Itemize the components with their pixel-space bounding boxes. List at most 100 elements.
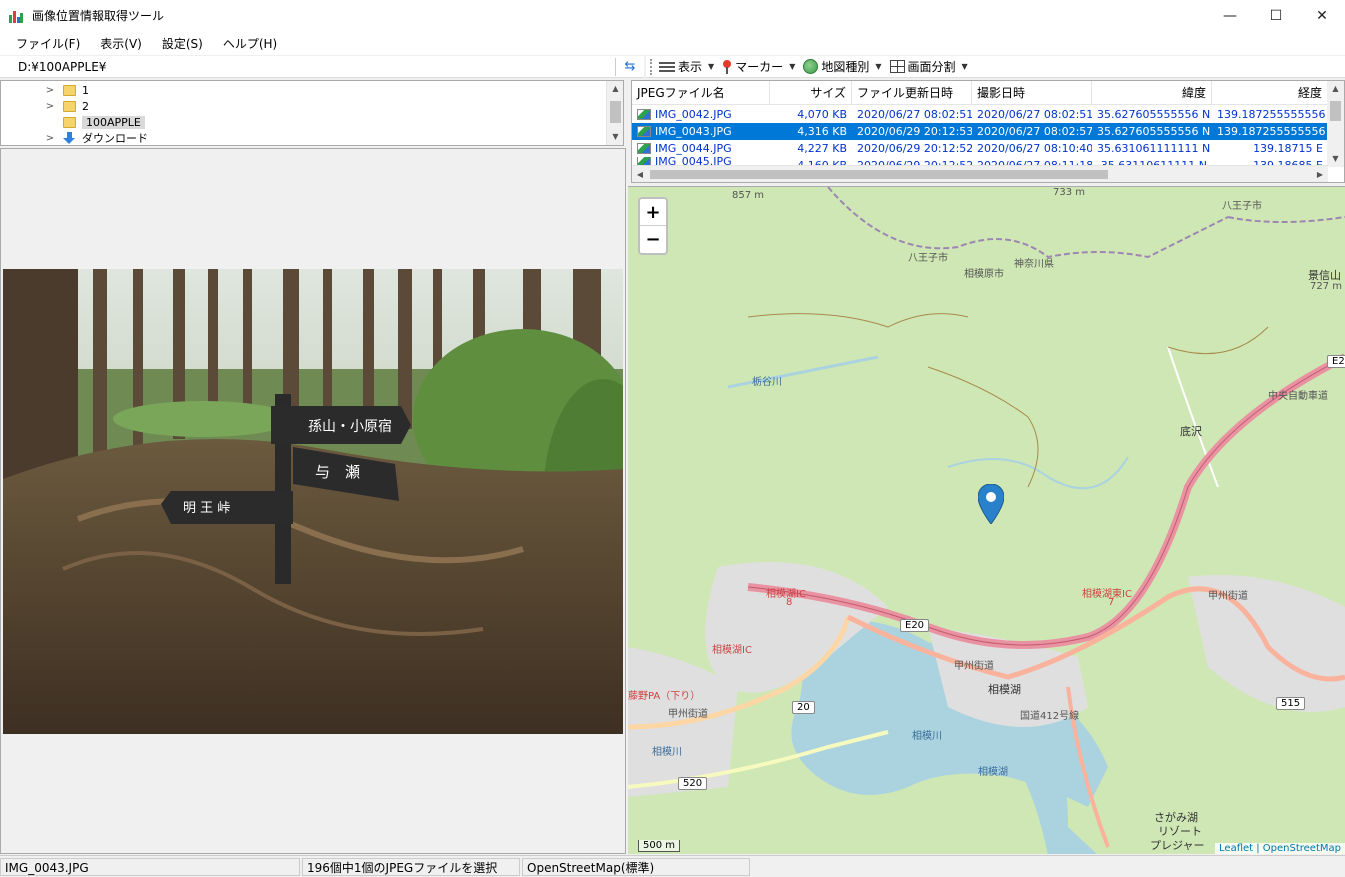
tree-scrollbar[interactable]: ▲ ▼ bbox=[606, 81, 623, 145]
tree-item-label: 100APPLE bbox=[82, 115, 145, 129]
menu-help[interactable]: ヘルプ(H) bbox=[213, 35, 287, 52]
tree-item-label: 2 bbox=[82, 99, 89, 113]
map-label: 8 bbox=[786, 597, 793, 608]
cell-taken: 2020/06/27 08:10:40 bbox=[977, 142, 1092, 155]
scroll-left-icon[interactable]: ◀ bbox=[632, 166, 648, 182]
table-row[interactable]: IMG_0042.JPG 4,070 KB 2020/06/27 08:02:5… bbox=[632, 106, 1328, 123]
column-modified[interactable]: ファイル更新日時 bbox=[852, 81, 972, 105]
photo-svg: 孫山・小原宿 与 瀬 明 王 峠 bbox=[3, 269, 623, 734]
table-row-selected[interactable]: IMG_0043.JPG 4,316 KB 2020/06/29 20:12:5… bbox=[632, 123, 1328, 140]
marker-label: マーカー bbox=[735, 60, 784, 74]
zoom-in-button[interactable]: + bbox=[640, 199, 666, 226]
map-label: 甲州街道 bbox=[954, 661, 994, 672]
chevron-right-icon[interactable]: > bbox=[45, 133, 55, 144]
file-list-hscrollbar[interactable]: ◀ ▶ bbox=[632, 165, 1328, 182]
tree-item[interactable]: > 2 bbox=[45, 98, 89, 114]
chevron-down-icon: ▼ bbox=[961, 62, 968, 71]
road-shield: E20 bbox=[1327, 355, 1345, 368]
toolbar-grip bbox=[650, 58, 653, 75]
map-label: 八王子市 bbox=[1222, 201, 1262, 212]
path-input[interactable]: D:¥100APPLE¥ bbox=[0, 60, 615, 74]
scroll-thumb[interactable] bbox=[650, 170, 1108, 179]
chevron-right-icon[interactable]: > bbox=[45, 101, 55, 112]
column-latitude[interactable]: 緯度 bbox=[1092, 81, 1212, 105]
cell-taken: 2020/06/27 08:11:18 bbox=[972, 157, 1092, 165]
map-type-dropdown-button[interactable]: 地図種別 ▼ bbox=[803, 58, 882, 75]
map-label: 相模湖 bbox=[978, 767, 1008, 778]
globe-icon bbox=[803, 59, 819, 74]
scroll-up-icon[interactable]: ▲ bbox=[607, 81, 623, 97]
photo-image: 孫山・小原宿 与 瀬 明 王 峠 bbox=[3, 269, 623, 734]
tree-item[interactable]: > ダウンロード bbox=[45, 130, 148, 145]
cell-filename: IMG_0045.JPG bbox=[655, 157, 732, 165]
menu-view[interactable]: 表示(V) bbox=[90, 35, 152, 52]
photo-preview-panel: 孫山・小原宿 与 瀬 明 王 峠 bbox=[0, 148, 626, 854]
zoom-out-button[interactable]: − bbox=[640, 226, 666, 253]
folder-tree[interactable]: > 1 > 2 100APPLE > ダウンロード ▲ ▼ bbox=[0, 80, 624, 146]
status-file: IMG_0043.JPG bbox=[0, 857, 300, 876]
scroll-down-icon[interactable]: ▼ bbox=[1327, 151, 1344, 167]
map-label: 7 bbox=[1108, 597, 1115, 608]
marker-dropdown-button[interactable]: マーカー ▼ bbox=[722, 58, 795, 75]
download-folder-icon bbox=[63, 132, 76, 144]
table-row[interactable]: IMG_0044.JPG 4,227 KB 2020/06/29 20:12:5… bbox=[632, 140, 1328, 157]
view-dropdown-button[interactable]: 表示 ▼ bbox=[659, 58, 714, 75]
app-icon bbox=[8, 8, 24, 24]
map-label: 相模川 bbox=[652, 747, 682, 758]
chevron-down-icon: ▼ bbox=[875, 62, 882, 71]
road-shield: 520 bbox=[678, 777, 708, 790]
split-screen-icon bbox=[889, 60, 905, 73]
map-label: 相模原市 bbox=[964, 269, 1004, 280]
map-label: 相模湖 bbox=[988, 683, 1021, 696]
map-attribution[interactable]: Leaflet | OpenStreetMap bbox=[1215, 843, 1345, 854]
map-label: プレジャー bbox=[1150, 839, 1205, 852]
map-type-label: 地図種別 bbox=[821, 60, 870, 74]
map-label: 733 m bbox=[1053, 187, 1086, 198]
menu-settings[interactable]: 設定(S) bbox=[152, 35, 213, 52]
split-dropdown-button[interactable]: 画面分割 ▼ bbox=[889, 58, 968, 75]
split-label: 画面分割 bbox=[907, 60, 956, 74]
maximize-button[interactable]: ☐ bbox=[1253, 0, 1299, 31]
column-longitude[interactable]: 経度 bbox=[1212, 81, 1328, 105]
toolbar: 表示 ▼ マーカー ▼ 地図種別 ▼ 画面分割 ▼ bbox=[646, 56, 1345, 78]
sync-icon[interactable]: ⇆ bbox=[622, 59, 638, 75]
column-taken[interactable]: 撮影日時 bbox=[972, 81, 1092, 105]
image-file-icon bbox=[637, 109, 651, 120]
file-list[interactable]: JPEGファイル名 サイズ ファイル更新日時 撮影日時 緯度 経度 IMG_00… bbox=[631, 80, 1345, 183]
cell-latitude: 35.631061111111 N bbox=[1097, 142, 1211, 155]
tree-item[interactable]: > 1 bbox=[45, 82, 89, 98]
scroll-up-icon[interactable]: ▲ bbox=[1327, 81, 1344, 97]
tree-item-label: 1 bbox=[82, 83, 89, 97]
cell-filename: IMG_0042.JPG bbox=[655, 108, 732, 121]
chevron-right-icon[interactable]: > bbox=[45, 85, 55, 96]
map-label: 国道412号線 bbox=[1020, 711, 1080, 722]
close-button[interactable]: ✕ bbox=[1299, 0, 1345, 31]
view-label: 表示 bbox=[678, 60, 703, 74]
cell-latitude: 35.627605555556 N bbox=[1097, 125, 1211, 138]
window-title: 画像位置情報取得ツール bbox=[32, 9, 165, 23]
scroll-thumb[interactable] bbox=[1330, 101, 1341, 121]
scroll-right-icon[interactable]: ▶ bbox=[1312, 166, 1328, 182]
tree-item-selected[interactable]: 100APPLE bbox=[45, 114, 145, 130]
road-shield: 20 bbox=[792, 701, 815, 714]
column-size[interactable]: サイズ bbox=[770, 81, 852, 105]
column-filename[interactable]: JPEGファイル名 bbox=[632, 81, 770, 105]
map-pin-icon bbox=[722, 59, 732, 74]
table-row[interactable]: IMG_0045.JPG 4,160 KB 2020/06/29 20:12:5… bbox=[632, 157, 1328, 165]
scroll-thumb[interactable] bbox=[610, 101, 621, 123]
map-scale: 500 m bbox=[638, 840, 681, 852]
file-list-vscrollbar[interactable]: ▲ ▼ bbox=[1327, 81, 1344, 167]
scroll-down-icon[interactable]: ▼ bbox=[607, 129, 623, 145]
minimize-button[interactable]: — bbox=[1207, 0, 1253, 31]
cell-modified: 2020/06/29 20:12:53 bbox=[857, 125, 972, 138]
tree-item-label: ダウンロード bbox=[82, 132, 148, 145]
map-label: 相模川 bbox=[912, 731, 942, 742]
menu-bar: ファイル(F) 表示(V) 設定(S) ヘルプ(H) bbox=[0, 31, 1345, 55]
map-label: 857 m bbox=[732, 190, 765, 201]
menu-file[interactable]: ファイル(F) bbox=[6, 35, 90, 52]
location-marker-icon[interactable] bbox=[978, 484, 1004, 524]
map-label: 相模湖東IC bbox=[1082, 589, 1132, 600]
cell-taken: 2020/06/27 08:02:51 bbox=[977, 108, 1092, 121]
cell-size: 4,316 KB bbox=[797, 125, 847, 138]
map-view[interactable]: + − 857 m 733 m 八王子市 八王子市 相模原市 神奈川県 景信山 … bbox=[628, 186, 1345, 854]
